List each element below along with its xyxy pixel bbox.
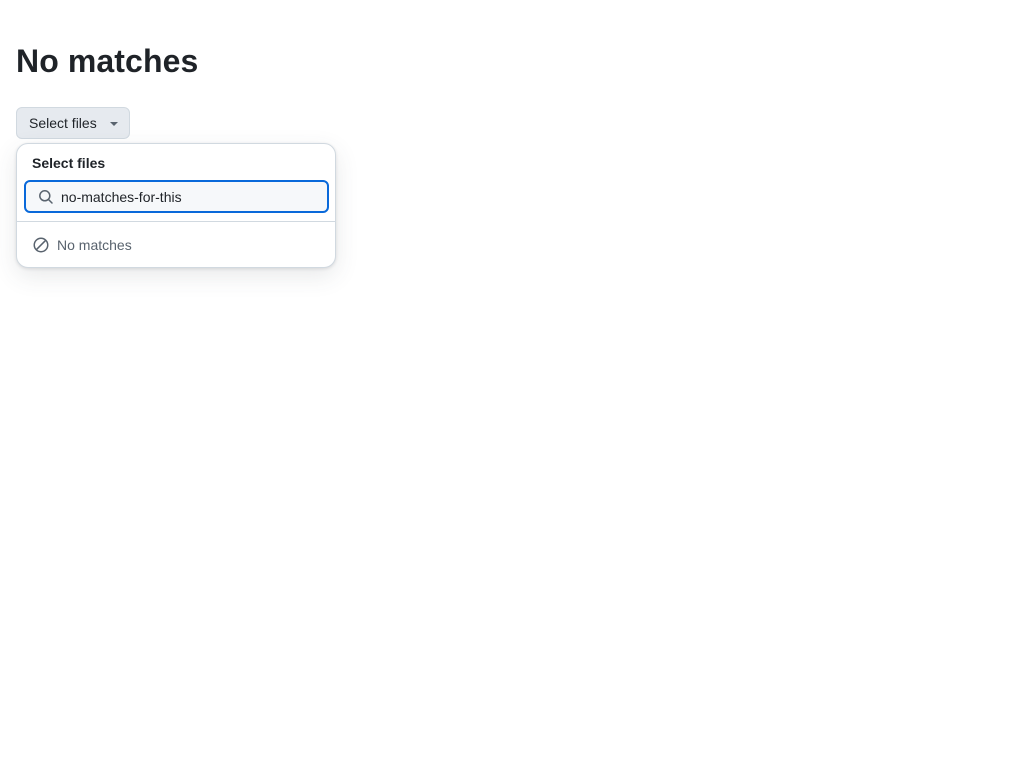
page-title: No matches bbox=[16, 43, 199, 79]
circle-slash-icon bbox=[33, 237, 49, 253]
select-files-button-label: Select files bbox=[29, 115, 97, 131]
triangle-down-icon bbox=[107, 119, 121, 129]
filter-input-container[interactable] bbox=[24, 180, 329, 213]
search-icon bbox=[38, 189, 54, 205]
filter-input[interactable] bbox=[61, 187, 321, 207]
select-files-button[interactable]: Select files bbox=[16, 107, 130, 139]
overlay-title: Select files bbox=[32, 155, 106, 171]
page: No matches Select files Select files no-… bbox=[0, 0, 1012, 768]
empty-state-label: No matches bbox=[57, 237, 132, 253]
divider bbox=[17, 221, 335, 222]
select-files-overlay: Select files No matches bbox=[16, 143, 336, 268]
empty-state: No matches bbox=[33, 235, 132, 255]
